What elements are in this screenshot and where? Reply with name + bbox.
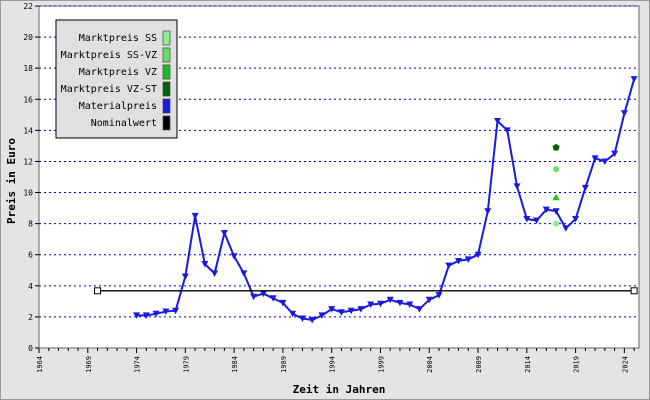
legend-label-marktpreis-vz: Marktpreis VZ (79, 67, 157, 78)
data-point-marker (94, 287, 102, 295)
legend-swatch-materialpreis (162, 98, 171, 114)
x-tick-label: 1974 (134, 356, 142, 373)
legend-label-marktpreis-ss-vz: Marktpreis SS-VZ (61, 50, 157, 61)
legend-label-materialpreis: Materialpreis (79, 101, 157, 112)
y-tick-label: 16 (23, 95, 33, 104)
legend-swatch-marktpreis-ss-vz (162, 47, 171, 63)
y-tick-label: 20 (23, 33, 33, 42)
x-axis-ticks: 1964 1969 1974 1979 1984 1989 1994 1999 2004 2009… (36, 348, 635, 373)
y-tick-label: 10 (23, 189, 33, 198)
y-tick-label: 18 (23, 64, 33, 73)
y-tick-label: 0 (28, 344, 33, 353)
legend-label-marktpreis-ss: Marktpreis SS (79, 33, 157, 44)
x-tick-label: 2014 (524, 356, 532, 373)
y-tick-label: 14 (23, 126, 33, 135)
x-tick-label: 1984 (231, 356, 239, 373)
series-marktpreis-ss (553, 220, 560, 227)
y-tick-label: 4 (28, 282, 33, 291)
x-tick-label: 2024 (621, 356, 629, 373)
x-tick-label: 2009 (475, 356, 483, 373)
y-axis-title: Preis in Euro (5, 138, 18, 224)
x-tick-label: 1979 (182, 356, 190, 373)
legend-swatch-nominalwert (162, 115, 171, 131)
price-chart: 0 2 4 6 8 10 12 14 16 18 20 22 1964 1969 1974 1979 1984… (5, 2, 640, 396)
legend-swatch-marktpreis-ss (162, 30, 171, 46)
y-tick-label: 6 (28, 251, 33, 260)
x-tick-label: 1964 (36, 356, 44, 373)
y-tick-label: 8 (28, 220, 33, 229)
chart-frame: 0 2 4 6 8 10 12 14 16 18 20 22 1964 1969 1974 1979 1984… (0, 0, 650, 400)
data-point-marker (553, 220, 560, 227)
x-tick-label: 1969 (85, 356, 93, 373)
legend-swatch-marktpreis-vz-st (162, 81, 171, 97)
x-tick-label: 2004 (426, 356, 434, 373)
series-marktpreis-ss-vz (553, 166, 560, 173)
legend: Marktpreis SS Marktpreis SS-VZ Marktpreis … (55, 19, 178, 139)
x-tick-label: 2019 (573, 356, 581, 373)
legend-swatch-marktpreis-vz (162, 64, 171, 80)
x-tick-label: 1994 (329, 356, 337, 373)
data-point-marker (553, 166, 560, 173)
x-tick-label: 1989 (280, 356, 288, 373)
y-tick-label: 2 (28, 313, 33, 322)
y-tick-label: 12 (23, 157, 33, 166)
x-axis-title: Zeit in Jahren (293, 383, 386, 396)
y-tick-label: 22 (23, 2, 33, 11)
x-tick-label: 1999 (377, 356, 385, 373)
legend-label-marktpreis-vz-st: Marktpreis VZ-ST (61, 84, 157, 95)
y-axis-ticks: 0 2 4 6 8 10 12 14 16 18 20 22 (23, 2, 39, 353)
legend-label-nominalwert: Nominalwert (91, 118, 157, 129)
data-point-marker (630, 287, 638, 295)
